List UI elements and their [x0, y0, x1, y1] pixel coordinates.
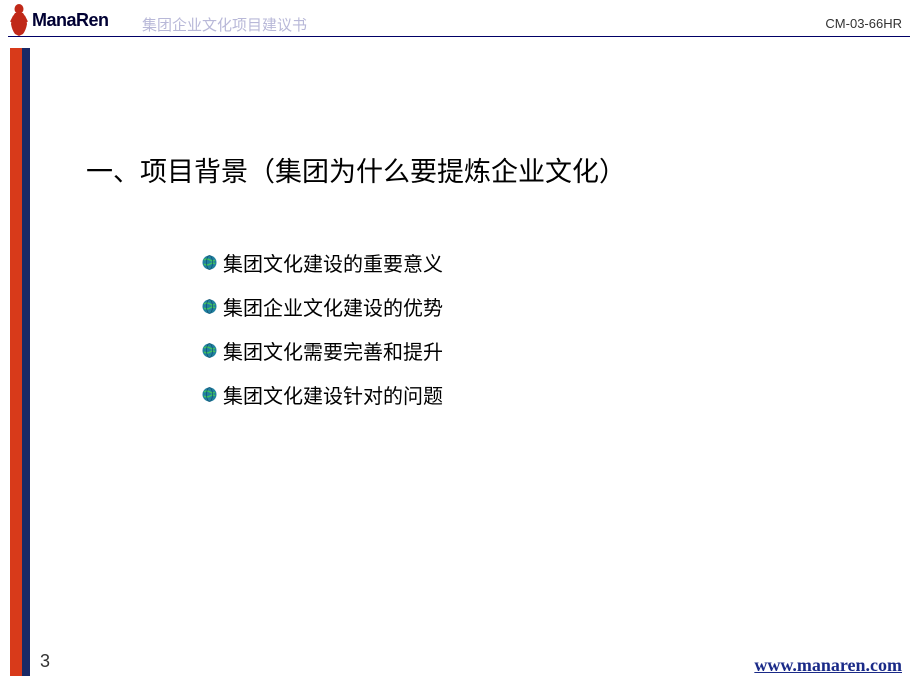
document-code: CM-03-66HR [825, 16, 902, 31]
footer-url: www.manaren.com [754, 655, 902, 676]
slide-header: ManaRen 集团企业文化项目建议书 CM-03-66HR [0, 0, 920, 42]
left-bar-blue [22, 48, 30, 676]
globe-bullet-icon [202, 299, 217, 314]
list-item-text: 集团企业文化建设的优势 [223, 292, 443, 321]
section-heading: 一、项目背景（集团为什么要提炼企业文化） [86, 150, 626, 189]
list-item-text: 集团文化建设的重要意义 [223, 248, 443, 277]
globe-bullet-icon [202, 255, 217, 270]
list-item: 集团文化建设的重要意义 [202, 248, 443, 277]
logo: ManaRen [8, 2, 109, 38]
logo-figure-icon [8, 2, 30, 38]
logo-text: ManaRen [32, 10, 109, 31]
list-item: 集团企业文化建设的优势 [202, 292, 443, 321]
list-item-text: 集团文化需要完善和提升 [223, 336, 443, 365]
list-item: 集团文化需要完善和提升 [202, 336, 443, 365]
bullet-list: 集团文化建设的重要意义 集团企业文化建设的优势 集团文化需要完善和提升 集团文化… [202, 248, 443, 424]
globe-bullet-icon [202, 387, 217, 402]
header-divider [8, 36, 910, 37]
list-item-text: 集团文化建设针对的问题 [223, 380, 443, 409]
left-accent-bar [10, 48, 32, 676]
globe-bullet-icon [202, 343, 217, 358]
document-title: 集团企业文化项目建议书 [142, 14, 307, 35]
list-item: 集团文化建设针对的问题 [202, 380, 443, 409]
page-number: 3 [40, 651, 50, 672]
